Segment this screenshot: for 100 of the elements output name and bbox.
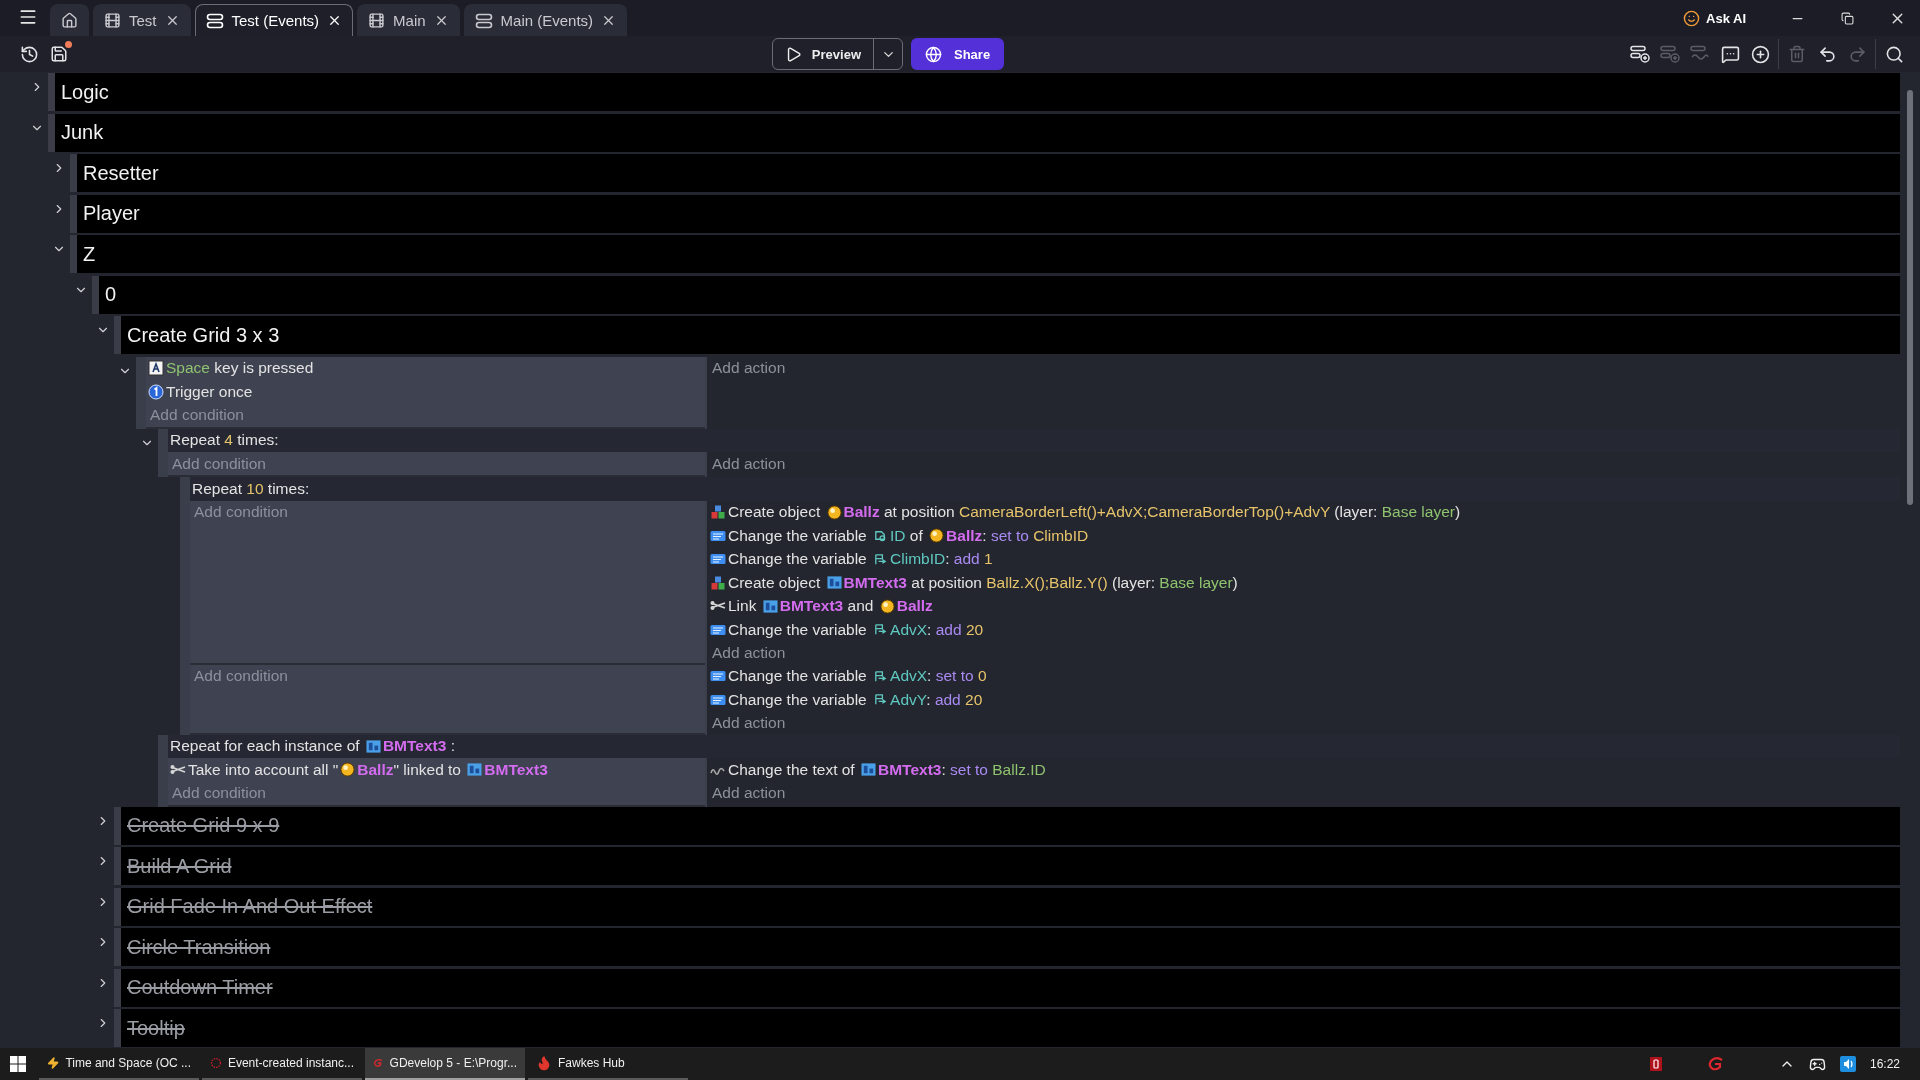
event-group-header[interactable]: Create Grid 3 x 3 — [114, 316, 1900, 354]
add-action-button[interactable]: Add action — [710, 641, 788, 665]
scene-variable-icon — [873, 668, 889, 684]
instruction-text: BMText3 and — [779, 597, 875, 616]
editor-tab[interactable]: Test — [93, 4, 191, 36]
trigger-once-icon — [148, 383, 164, 400]
group-title: Z — [83, 242, 96, 266]
event-handle[interactable] — [180, 664, 190, 735]
globe-icon — [925, 45, 942, 63]
ball-icon — [929, 528, 945, 544]
search-icon — [1884, 44, 1904, 64]
instruction-text: Ballz at position CameraBorderLeft()+AdvX;CameraBorderTop()+AdvY (layer: Base layer) — [843, 503, 1461, 522]
event-handle[interactable] — [136, 356, 146, 429]
instruction-text: Repeat for each instance of — [170, 737, 361, 756]
instruction-text: BMText3: set to Ballz.ID — [878, 760, 1046, 779]
event-group-header[interactable]: Player — [70, 194, 1900, 233]
comment-icon — [1720, 44, 1740, 64]
event-handle[interactable] — [180, 477, 190, 665]
trash-icon — [1788, 45, 1806, 63]
clock-time[interactable]: 16:22 — [1869, 1057, 1900, 1071]
plus-circle-icon — [1750, 44, 1770, 64]
lightning-icon — [47, 1055, 60, 1071]
group-title: Build A Grid — [127, 854, 232, 878]
instruction-text: Change the variable — [728, 690, 868, 709]
event-group-header[interactable]: Z — [70, 235, 1900, 273]
instruction-text: Change the variable — [728, 667, 868, 686]
ask-ai-button[interactable]: Ask AI — [1677, 1, 1752, 35]
instruction-text: BMText3 at position Ballz.X();Ballz.Y() (layer: Base layer) — [843, 573, 1238, 592]
ring-icon — [210, 1055, 222, 1071]
undo-icon — [1817, 44, 1837, 64]
bitmap-text-icon — [762, 598, 778, 614]
instruction-text: Repeat 10 times: — [192, 479, 310, 498]
taskbar-app[interactable]: GDevelop 5 - E:\Progr... — [365, 1048, 525, 1080]
instruction-text: ClimbID: add 1 — [890, 550, 993, 569]
g-logo-icon[interactable] — [1706, 1057, 1725, 1071]
instruction-text: Repeat 4 times: — [170, 431, 279, 450]
home-tab[interactable] — [50, 4, 89, 36]
bitmap-text-icon — [861, 762, 876, 778]
add-action-button[interactable]: Add action — [710, 781, 788, 805]
add-action-button[interactable]: Add action — [710, 711, 788, 735]
film-icon — [104, 12, 121, 29]
instruction-text: AdvX: add 20 — [890, 620, 984, 639]
instruction-text: BMText3 — [484, 760, 548, 779]
bitmap-text-icon — [826, 575, 842, 591]
taskbar-app[interactable]: Event-created instanc... — [202, 1048, 362, 1080]
instruction-text: Link — [728, 597, 758, 616]
group-title: Junk — [61, 121, 104, 144]
instruction-text: Ballz — [896, 597, 933, 616]
flame-icon — [536, 1055, 552, 1071]
add-subevent-icon — [1660, 45, 1680, 63]
smiley-icon — [1683, 9, 1700, 27]
group-title: Coutdown Timer — [127, 976, 273, 999]
menu-icon[interactable] — [18, 7, 38, 27]
group-title: Resetter — [83, 161, 159, 185]
instruction-text: Change the variable — [728, 550, 868, 569]
ball-icon — [340, 762, 356, 778]
restore-icon[interactable] — [1840, 11, 1854, 25]
event-group-header[interactable]: Resetter — [70, 154, 1900, 192]
instruction-text: Change the variable — [728, 526, 868, 545]
taskbar-app[interactable]: Fawkes Hub — [528, 1048, 688, 1080]
add-action-button[interactable]: Add action — [710, 356, 788, 380]
scene-variable-icon — [873, 551, 889, 567]
events-icon — [205, 12, 224, 29]
editor-tab[interactable]: Main — [357, 4, 460, 36]
speaker-icon[interactable] — [1839, 1056, 1856, 1072]
instruction-text: Create object — [728, 573, 822, 592]
save-icon[interactable] — [50, 45, 68, 63]
instruction-text: Create object — [728, 503, 822, 522]
instruction-text: Change the text of — [728, 760, 856, 779]
event-group-header[interactable]: Junk — [48, 113, 1900, 152]
add-event-icon — [1630, 45, 1650, 63]
instruction-text: AdvX: set to 0 — [890, 667, 987, 686]
bitmap-text-icon — [467, 762, 483, 778]
editor-tab[interactable]: Test (Events) — [194, 4, 354, 36]
editor-tab[interactable]: Main (Events) — [463, 4, 628, 36]
instruction-text: AdvY: add 20 — [890, 690, 983, 709]
scrollbar-thumb[interactable] — [1907, 90, 1913, 505]
film-icon — [368, 12, 386, 29]
group-title: Create Grid 9 x 9 — [127, 814, 280, 837]
add-instruction-icon — [1690, 45, 1710, 63]
redo-icon — [1847, 44, 1867, 64]
group-title: 0 — [105, 283, 117, 306]
group-title: Logic — [61, 80, 109, 104]
event-group-header[interactable]: Logic — [48, 73, 1900, 111]
share-button[interactable]: Share — [911, 38, 1005, 70]
ball-icon — [879, 598, 895, 614]
tray-app-icon[interactable] — [1648, 1056, 1663, 1072]
instruction-text: Ballz: set to ClimbID — [946, 526, 1089, 545]
instruction-text: Ballz" linked to — [357, 760, 462, 779]
events-icon — [474, 12, 493, 29]
taskbar-app[interactable]: Time and Space (OC ... — [39, 1048, 199, 1080]
instruction-text: Change the variable — [728, 620, 868, 639]
event-handle[interactable] — [158, 734, 168, 807]
cubes-icon — [710, 574, 726, 591]
event-handle[interactable] — [158, 428, 168, 477]
add-action-button[interactable]: Add action — [710, 452, 788, 475]
instruction-text: ID of — [890, 526, 924, 545]
history-icon[interactable] — [19, 44, 39, 64]
instruction-text: Take into account all " — [188, 760, 339, 779]
event-group-header[interactable]: 0 — [92, 275, 1900, 314]
